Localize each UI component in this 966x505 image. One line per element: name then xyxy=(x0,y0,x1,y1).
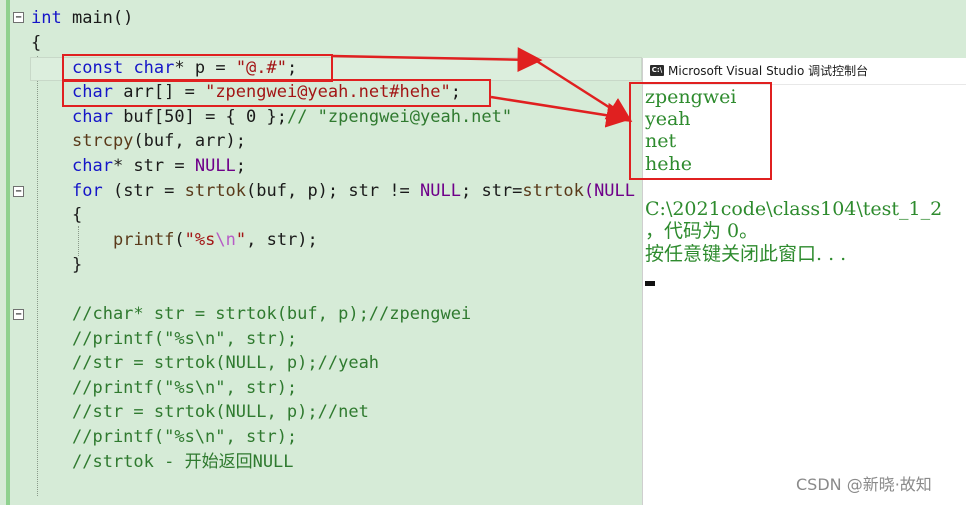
console-path-line: C:\2021code\class104\test_1_2 xyxy=(645,198,943,220)
code-line-printf[interactable]: printf("%s\n", str); xyxy=(113,228,318,252)
annotation-box-output xyxy=(629,82,772,180)
code-line-inner-close[interactable]: } xyxy=(72,253,82,277)
fold-toggle-for[interactable]: − xyxy=(13,186,24,197)
code-line-str-decl[interactable]: char* str = NULL; xyxy=(72,154,246,178)
code-text: { xyxy=(31,33,42,53)
macro-null: NULL xyxy=(194,156,236,176)
code-line-main[interactable]: int main() xyxy=(31,6,133,30)
string-literal: " xyxy=(235,230,247,250)
code-text: { xyxy=(72,205,83,225)
code-line-for[interactable]: for (str = strtok(buf, p); str != NULL; … xyxy=(72,179,635,203)
comment-line[interactable]: //str = strtok(NULL, p);//net xyxy=(72,400,369,424)
code-text: ( xyxy=(174,230,185,250)
code-text: (buf, arr); xyxy=(133,131,247,151)
comment-line[interactable]: //printf("%s\n", str); xyxy=(72,327,297,351)
code-text: } xyxy=(72,255,83,275)
function-name: printf xyxy=(113,230,175,250)
comment: // "zpengwei@yeah.net" xyxy=(286,107,513,127)
comment-line[interactable]: //char* str = strtok(buf, p);//zpengwei xyxy=(72,302,471,326)
annotation-box-source-string xyxy=(62,79,491,107)
function-name: strtok xyxy=(522,181,584,201)
comment-line[interactable]: //printf("%s\n", str); xyxy=(72,425,297,449)
keyword: for xyxy=(72,181,103,201)
watermark: CSDN @新晓·故知 xyxy=(796,475,932,494)
console-exit-line: ，代码为 0。 xyxy=(645,220,759,242)
string-literal: "%s xyxy=(184,230,216,250)
code-text: ; xyxy=(235,156,247,176)
indent-guide-inner xyxy=(78,226,79,256)
code-line-open-brace[interactable]: { xyxy=(31,31,41,55)
escape-sequence: \n xyxy=(215,230,236,250)
console-app-icon: C:\ xyxy=(650,65,664,76)
console-cursor xyxy=(645,281,655,286)
comment-line[interactable]: //strtok - 开始返回NULL xyxy=(72,450,294,474)
macro-null: NULL xyxy=(420,181,461,201)
fold-gutter xyxy=(0,0,30,505)
fold-toggle-main[interactable]: − xyxy=(13,12,24,23)
keyword: char xyxy=(72,156,113,176)
code-line-buf[interactable]: char buf[50] = { 0 };// "zpengwei@yeah.n… xyxy=(72,105,512,129)
code-text: * str = xyxy=(112,156,195,176)
debug-console-window[interactable]: C:\ Microsoft Visual Studio 调试控制台 zpengw… xyxy=(629,58,966,505)
comment-line[interactable]: //str = strtok(NULL, p);//yeah xyxy=(72,351,379,375)
code-text: (NULL xyxy=(583,181,636,201)
code-text: ; str= xyxy=(460,181,523,201)
keyword: int xyxy=(31,8,62,28)
code-line-strcpy[interactable]: strcpy(buf, arr); xyxy=(72,129,246,153)
annotation-box-delimiters xyxy=(62,54,333,82)
comment-line[interactable]: //printf("%s\n", str); xyxy=(72,376,297,400)
function-name: strcpy xyxy=(72,131,134,151)
code-text: buf[50] = { 0 }; xyxy=(112,107,287,127)
function-name: strtok xyxy=(184,181,247,201)
code-text: (buf, p); str != xyxy=(246,181,421,201)
console-titlebar[interactable]: C:\ Microsoft Visual Studio 调试控制台 xyxy=(643,58,966,85)
keyword: char xyxy=(72,107,113,127)
change-indicator-bar xyxy=(6,0,10,505)
code-text: main() xyxy=(61,8,134,28)
code-line-inner-open[interactable]: { xyxy=(72,203,82,227)
fold-toggle-comments[interactable]: − xyxy=(13,309,24,320)
code-text: , str); xyxy=(246,230,318,250)
indent-guide xyxy=(37,56,38,496)
code-text: (str = xyxy=(102,181,185,201)
console-prompt-line: 按任意键关闭此窗口. . . xyxy=(645,243,847,265)
console-title: Microsoft Visual Studio 调试控制台 xyxy=(668,64,869,78)
